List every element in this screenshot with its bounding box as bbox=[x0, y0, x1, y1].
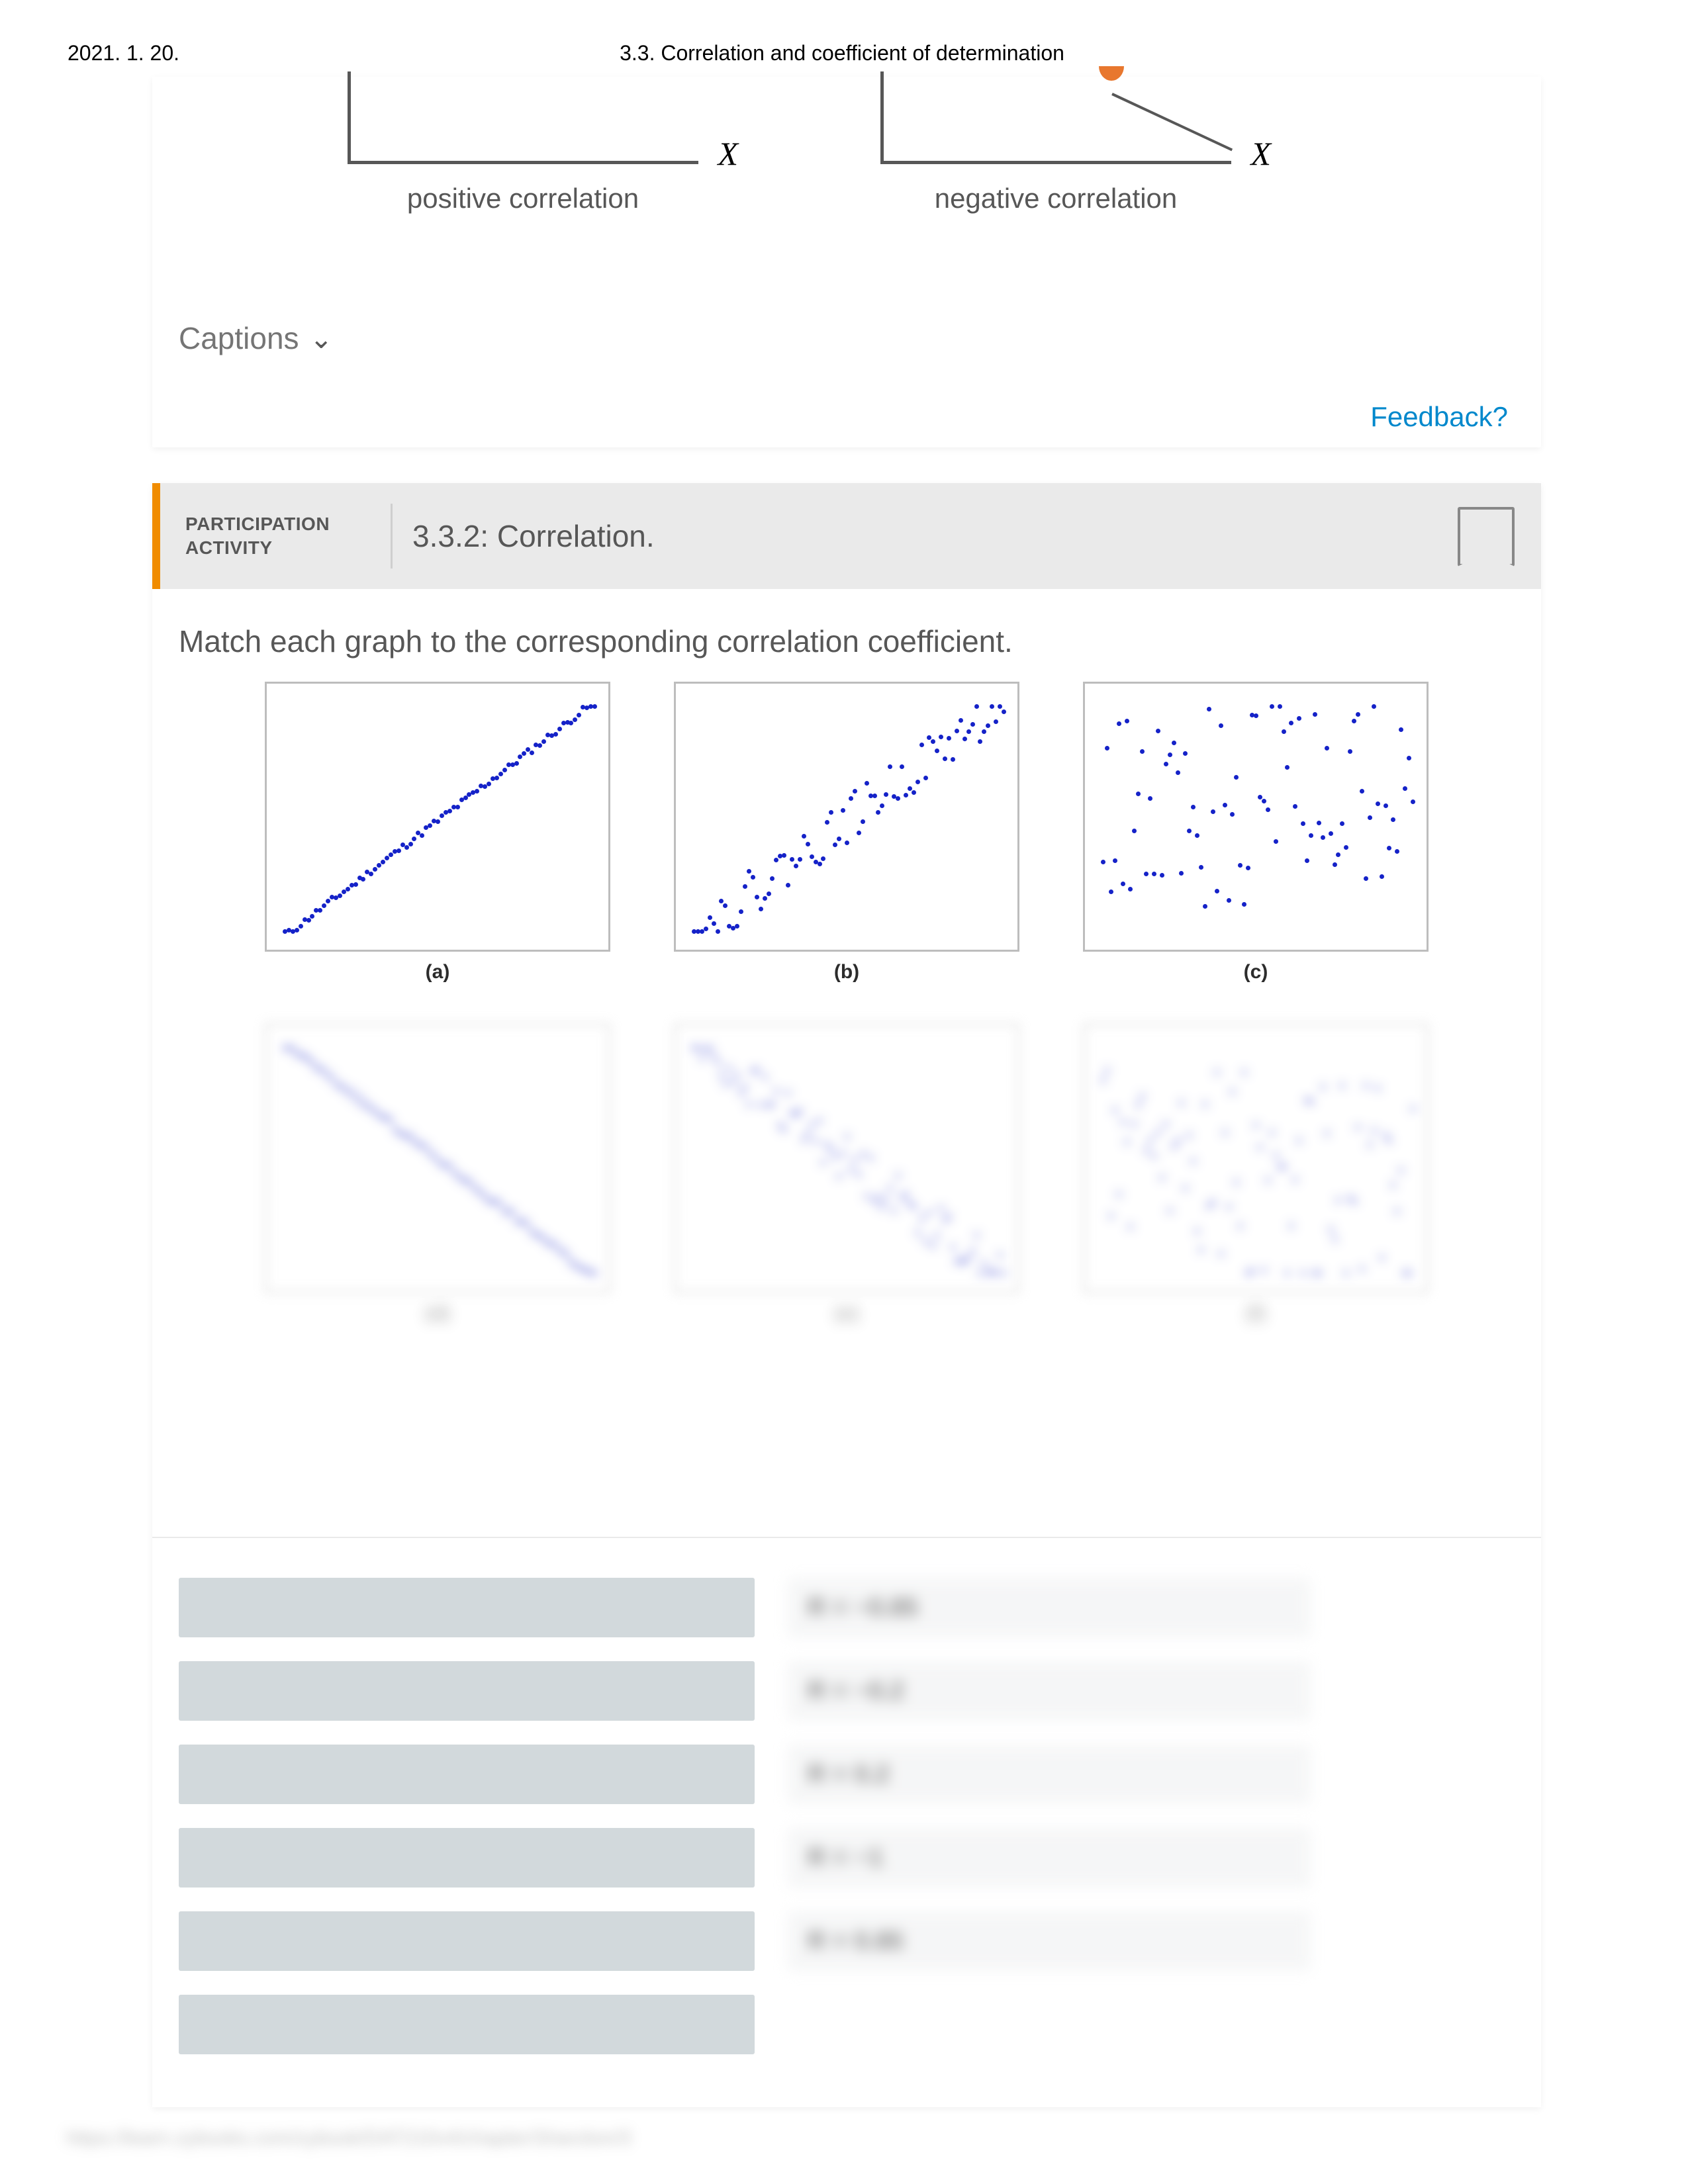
drop-slot[interactable] bbox=[179, 1911, 755, 1971]
scatter-plot bbox=[674, 1023, 1019, 1293]
scatter-plot bbox=[265, 1023, 610, 1293]
captions-label: Captions bbox=[179, 320, 299, 356]
plot-cell-a: (a) bbox=[245, 682, 630, 983]
match-row: R = −1 bbox=[179, 1828, 1515, 1888]
scatter-plot bbox=[1083, 1023, 1429, 1293]
match-row: R = −0.2 bbox=[179, 1661, 1515, 1721]
negative-correlation-plot: X negative correlation bbox=[880, 71, 1231, 164]
plot-label: (f) bbox=[1246, 1302, 1266, 1325]
activity-header: PARTICIPATION ACTIVITY 3.3.2: Correlatio… bbox=[152, 483, 1541, 589]
match-value[interactable]: R = −1 bbox=[788, 1828, 1311, 1888]
footer-url: https://learn.zybooks.com/zybook/DAT210v… bbox=[66, 2127, 631, 2150]
participation-activity-card: PARTICIPATION ACTIVITY 3.3.2: Correlatio… bbox=[152, 483, 1541, 2107]
plot-cell-e: (e) bbox=[654, 1023, 1039, 1325]
drop-slot[interactable] bbox=[179, 1745, 755, 1804]
match-value[interactable]: R = 0.85 bbox=[788, 1911, 1311, 1971]
captions-toggle[interactable]: Captions ⌄ bbox=[179, 320, 333, 356]
activity-tag-line2: ACTIVITY bbox=[185, 536, 371, 560]
x-axis-label: X bbox=[718, 134, 738, 173]
activity-tag-line1: PARTICIPATION bbox=[185, 512, 371, 536]
match-value[interactable]: R = −0.85 bbox=[788, 1578, 1311, 1637]
plot-cell-d: (d) bbox=[245, 1023, 630, 1325]
match-value[interactable]: R = −0.2 bbox=[788, 1661, 1311, 1721]
drop-slot[interactable] bbox=[179, 1828, 755, 1888]
x-axis-label: X bbox=[1250, 134, 1271, 173]
activity-tag: PARTICIPATION ACTIVITY bbox=[185, 512, 371, 561]
scatter-plot bbox=[1083, 682, 1429, 952]
scatter-plot bbox=[265, 682, 610, 952]
positive-correlation-plot: X positive correlation bbox=[348, 71, 698, 164]
plot-label: (a) bbox=[426, 961, 450, 983]
header-title: 3.3. Correlation and coefficient of dete… bbox=[620, 41, 1064, 66]
plot-cell-b: (b) bbox=[654, 682, 1039, 983]
drop-slot[interactable] bbox=[179, 1995, 755, 2054]
feedback-link[interactable]: Feedback? bbox=[1370, 401, 1508, 433]
plot-label: (e) bbox=[835, 1302, 859, 1325]
activity-header-divider bbox=[391, 504, 393, 569]
plot-caption-positive: positive correlation bbox=[348, 183, 698, 214]
match-value[interactable]: R = 0.2 bbox=[788, 1745, 1311, 1804]
match-row: R = 0.2 bbox=[179, 1745, 1515, 1804]
plot-caption-negative: negative correlation bbox=[880, 183, 1231, 214]
chevron-down-icon: ⌄ bbox=[310, 322, 333, 355]
scatter-plot bbox=[674, 682, 1019, 952]
drop-slot[interactable] bbox=[179, 1661, 755, 1721]
animation-card: X positive correlation X negative correl… bbox=[152, 77, 1541, 447]
activity-title: 3.3.2: Correlation. bbox=[412, 518, 655, 554]
plot-cell-f: (f) bbox=[1063, 1023, 1448, 1325]
bookmark-icon[interactable] bbox=[1458, 507, 1515, 567]
match-row: R = 0.85 bbox=[179, 1911, 1515, 1971]
page-header: 2021. 1. 20. 3.3. Correlation and coeffi… bbox=[68, 41, 1617, 66]
plot-label: (c) bbox=[1244, 961, 1268, 983]
plot-label: (b) bbox=[834, 961, 859, 983]
header-date: 2021. 1. 20. bbox=[68, 41, 179, 66]
match-row bbox=[179, 1995, 1515, 2054]
match-row: R = −0.85 bbox=[179, 1578, 1515, 1637]
plot-cell-c: (c) bbox=[1063, 682, 1448, 983]
plot-label: (d) bbox=[425, 1302, 450, 1325]
match-section: R = −0.85 R = −0.2 R = 0.2 R = −1 R = 0.… bbox=[152, 1537, 1541, 2107]
drop-slot[interactable] bbox=[179, 1578, 755, 1637]
activity-instructions: Match each graph to the corresponding co… bbox=[152, 589, 1541, 682]
